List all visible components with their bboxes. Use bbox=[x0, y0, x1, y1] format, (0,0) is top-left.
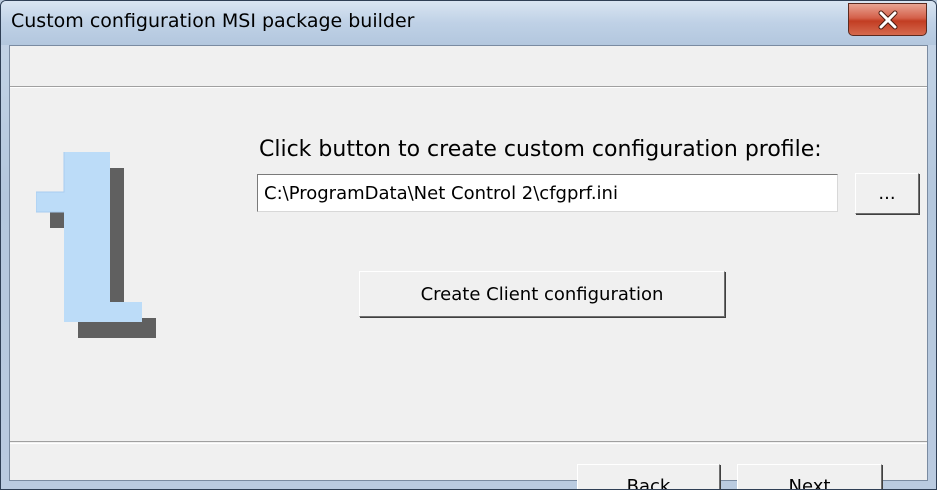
step-number-graphic: 1 bbox=[36, 152, 156, 338]
dialog-window: Custom configuration MSI package builder… bbox=[0, 0, 937, 490]
close-x-icon bbox=[878, 10, 897, 29]
dialog-client-area: 1 Click button to create custom configur… bbox=[9, 45, 928, 489]
title-bar[interactable]: Custom configuration MSI package builder bbox=[1, 1, 936, 45]
next-button[interactable]: Next bbox=[737, 464, 882, 489]
back-button[interactable]: Back bbox=[577, 464, 720, 489]
step-prompt: Click button to create custom configurat… bbox=[259, 137, 822, 162]
window-title: Custom configuration MSI package builder bbox=[11, 10, 415, 32]
close-button[interactable] bbox=[848, 3, 927, 36]
browse-button[interactable]: ... bbox=[855, 173, 919, 214]
create-client-configuration-button[interactable]: Create Client configuration bbox=[359, 271, 725, 317]
divider bbox=[10, 443, 927, 444]
config-path-field[interactable] bbox=[257, 174, 838, 212]
